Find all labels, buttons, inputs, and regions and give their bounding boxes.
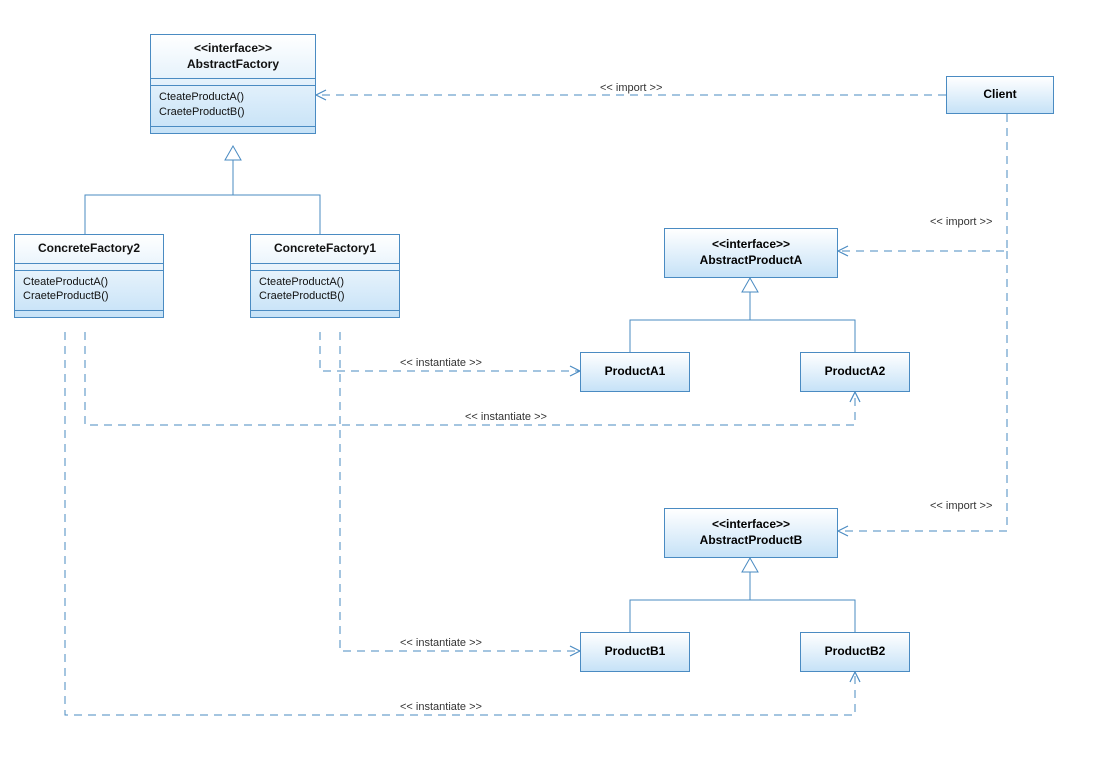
class-abstract-product-b: <<interface>> AbstractProductB [664,508,838,558]
class-product-a1: ProductA1 [580,352,690,392]
class-operations: CteateProductA() CraeteProductB() [15,271,163,311]
stereotype-label: <<interface>> [700,517,803,533]
class-name: AbstractProductB [700,533,803,547]
class-header: <<interface>> AbstractFactory [151,35,315,79]
class-name: ProductA2 [825,364,886,380]
label-import: << import >> [600,82,662,94]
stereotype-label: <<interface>> [700,237,803,253]
label-import: << import >> [930,216,992,228]
class-name: ProductB1 [605,644,666,660]
class-concrete-factory-1: ConcreteFactory1 CteateProductA() Craete… [250,234,400,318]
class-footer [151,126,315,133]
class-footer [15,310,163,317]
class-product-b1: ProductB1 [580,632,690,672]
label-instantiate: << instantiate >> [400,637,482,649]
class-name: ConcreteFactory1 [274,241,376,255]
class-product-b2: ProductB2 [800,632,910,672]
operation: CraeteProductB() [23,289,155,304]
label-instantiate: << instantiate >> [465,411,547,423]
class-concrete-factory-2: ConcreteFactory2 CteateProductA() Craete… [14,234,164,318]
class-name: ConcreteFactory2 [38,241,140,255]
class-product-a2: ProductA2 [800,352,910,392]
operation: CraeteProductB() [159,105,307,120]
class-name: ProductB2 [825,644,886,660]
class-operations: CteateProductA() CraeteProductB() [151,86,315,126]
class-name: ProductA1 [605,364,666,380]
class-client: Client [946,76,1054,114]
operation: CraeteProductB() [259,289,391,304]
class-header: ConcreteFactory1 [251,235,399,264]
operation: CteateProductA() [259,275,391,290]
label-instantiate: << instantiate >> [400,357,482,369]
class-separator [15,264,163,271]
class-abstract-factory: <<interface>> AbstractFactory CteateProd… [150,34,316,134]
stereotype-label: <<interface>> [155,41,311,57]
class-name: Client [983,87,1016,103]
class-separator [151,79,315,86]
label-import: << import >> [930,500,992,512]
class-header: ConcreteFactory2 [15,235,163,264]
operation: CteateProductA() [23,275,155,290]
class-operations: CteateProductA() CraeteProductB() [251,271,399,311]
uml-diagram-canvas: <<interface>> AbstractFactory CteateProd… [0,0,1100,765]
class-name: AbstractFactory [187,57,279,71]
class-name: AbstractProductA [700,253,803,267]
label-instantiate: << instantiate >> [400,701,482,713]
class-abstract-product-a: <<interface>> AbstractProductA [664,228,838,278]
class-footer [251,310,399,317]
class-separator [251,264,399,271]
operation: CteateProductA() [159,90,307,105]
